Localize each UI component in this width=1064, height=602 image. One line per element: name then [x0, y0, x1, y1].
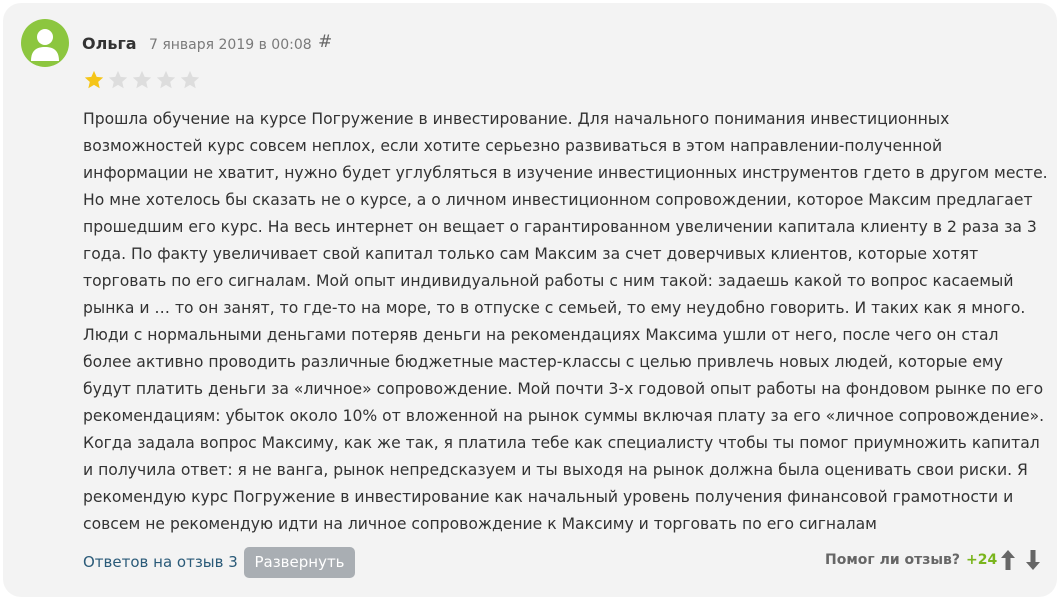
rating-stars — [83, 69, 203, 93]
review-date: 7 января 2019 в 00:08 — [149, 37, 312, 53]
expand-button[interactable]: Развернуть — [244, 547, 355, 578]
star-empty-icon — [156, 70, 176, 89]
replies-link[interactable]: Ответов на отзыв 3 — [83, 553, 238, 571]
star-empty-icon — [108, 70, 128, 89]
review-text: Прошла обучение на курсе Погружение в ин… — [83, 110, 1048, 533]
user-silhouette-icon — [31, 29, 59, 61]
avatar — [21, 19, 69, 67]
helpful-question: Помог ли отзыв? — [825, 552, 961, 568]
arrow-down-icon[interactable] — [1024, 548, 1042, 572]
review-author[interactable]: Ольга — [82, 34, 137, 53]
star-empty-icon — [132, 70, 152, 89]
star-empty-icon — [180, 70, 200, 89]
review-card: Ольга 7 января 2019 в 00:08 # Прошла обу… — [3, 3, 1057, 597]
star-filled-icon — [84, 70, 104, 89]
permalink-hash-icon[interactable]: # — [318, 32, 332, 52]
helpful-score: +24 — [966, 552, 998, 568]
arrow-up-icon[interactable] — [999, 548, 1017, 572]
